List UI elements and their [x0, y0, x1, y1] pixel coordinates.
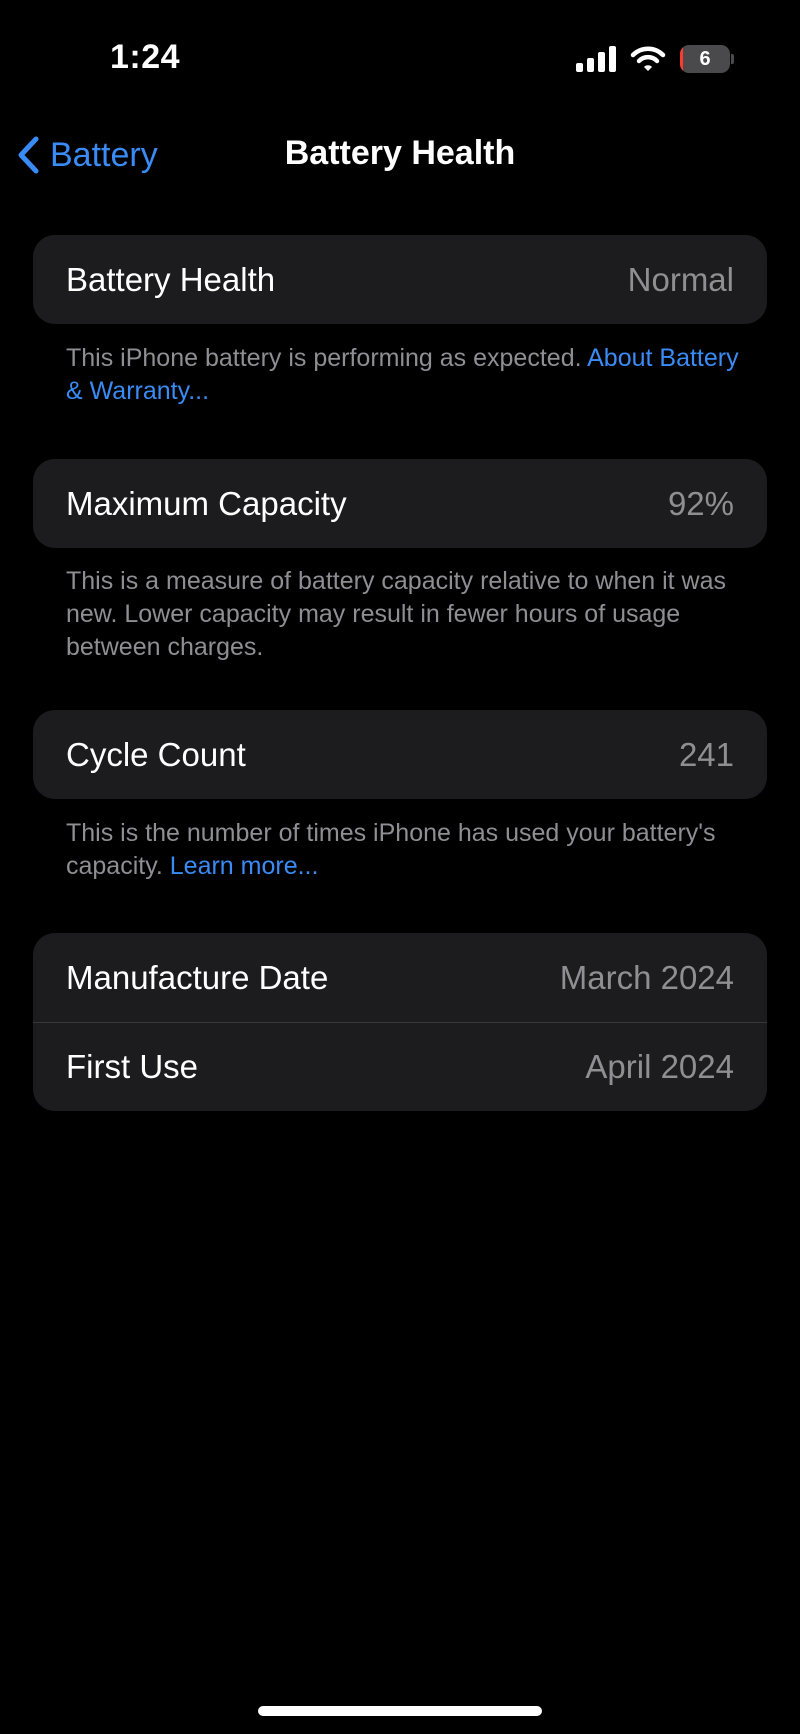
- maximum-capacity-value: 92%: [667, 484, 734, 522]
- cycle-count-row: Cycle Count 241: [33, 710, 767, 799]
- learn-more-link[interactable]: Learn more...: [170, 852, 319, 880]
- signal-icon: [576, 46, 616, 72]
- battery-icon: 6: [680, 45, 734, 73]
- battery-health-value: Normal: [627, 260, 734, 298]
- home-indicator[interactable]: [258, 1706, 542, 1716]
- battery-health-note: This iPhone battery is performing as exp…: [66, 344, 582, 372]
- cycle-count-note: This is the number of times iPhone has u…: [66, 819, 716, 880]
- battery-health-row: Battery Health Normal: [33, 235, 767, 324]
- maximum-capacity-footnote: This is a measure of battery capacity re…: [66, 565, 746, 664]
- first-use-label: First Use: [66, 1048, 198, 1085]
- status-bar: 1:24 6: [0, 0, 800, 110]
- maximum-capacity-row: Maximum Capacity 92%: [33, 459, 767, 548]
- battery-health-group: Battery Health Normal: [33, 235, 767, 324]
- cycle-count-label: Cycle Count: [66, 735, 246, 773]
- battery-cap: [731, 54, 734, 64]
- cycle-count-footnote: This is the number of times iPhone has u…: [66, 817, 746, 883]
- manufacture-date-label: Manufacture Date: [66, 958, 329, 996]
- nav-bar: Battery Battery Health: [0, 110, 800, 202]
- maximum-capacity-group: Maximum Capacity 92%: [33, 459, 767, 548]
- battery-health-footnote: This iPhone battery is performing as exp…: [66, 342, 746, 408]
- cycle-count-group: Cycle Count 241: [33, 710, 767, 799]
- cycle-count-value: 241: [678, 735, 734, 773]
- manufacture-date-row: Manufacture Date March 2024: [33, 933, 767, 1022]
- maximum-capacity-note: This is a measure of battery capacity re…: [66, 567, 727, 661]
- first-use-value: April 2024: [585, 1048, 734, 1085]
- wifi-icon: [630, 46, 666, 71]
- status-icons: 6: [576, 44, 734, 74]
- manufacture-date-value: March 2024: [559, 958, 734, 996]
- battery-level: 6: [699, 48, 711, 70]
- first-use-row: First Use April 2024: [33, 1022, 767, 1111]
- status-time: 1:24: [110, 38, 181, 76]
- page-title: Battery Health: [284, 134, 516, 172]
- battery-health-label: Battery Health: [66, 260, 276, 298]
- maximum-capacity-label: Maximum Capacity: [66, 484, 347, 522]
- dates-group: Manufacture Date March 2024 First Use Ap…: [33, 933, 767, 1111]
